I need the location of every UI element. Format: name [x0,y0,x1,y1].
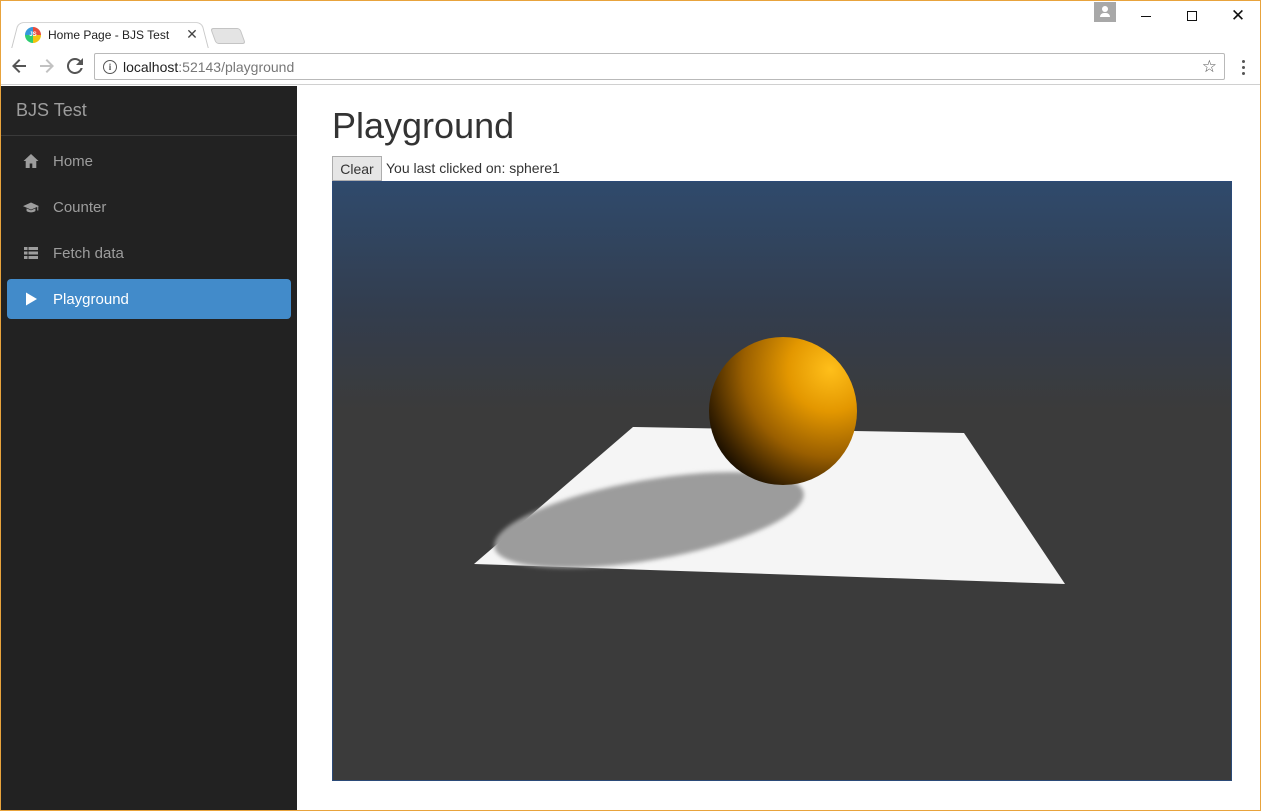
list-icon [23,245,39,261]
main-content: Playground Clear You last clicked on: sp… [297,86,1260,810]
maximize-button[interactable] [1169,1,1215,31]
graduation-cap-icon [23,199,39,215]
url-host: localhost [123,58,179,75]
sidebar-nav: Home Counter Fetch data Playground [1,136,297,330]
reload-icon [67,58,83,74]
play-icon [23,291,39,307]
maximize-icon [1187,11,1197,21]
forward-arrow-icon [40,59,54,73]
clear-button[interactable]: Clear [332,156,382,181]
scene-svg [474,337,1065,584]
minimize-icon [1141,15,1151,17]
brand-title[interactable]: BJS Test [1,86,297,136]
sidebar-item-label: Fetch data [53,244,124,262]
home-icon [23,153,39,169]
browser-menu-icon[interactable] [1233,57,1253,77]
tab-content[interactable]: JS Home Page - BJS Test ✕ [23,20,203,49]
close-tab-icon[interactable]: ✕ [185,26,199,43]
title-bar: JS Home Page - BJS Test ✕ ✕ [1,1,1260,49]
close-window-button[interactable]: ✕ [1215,1,1260,31]
minimize-button[interactable] [1123,1,1169,31]
forward-button[interactable] [35,54,59,78]
sidebar-item-counter[interactable]: Counter [7,187,291,227]
bookmark-star-icon[interactable]: ☆ [1202,57,1217,77]
profile-icon[interactable] [1094,2,1116,22]
address-bar[interactable]: i localhost:52143/playground ☆ [94,53,1225,80]
sidebar-item-label: Counter [53,198,107,216]
sidebar-item-label: Home [53,152,94,170]
url-text[interactable]: localhost:52143/playground [123,59,1202,75]
new-tab-button[interactable] [210,28,246,44]
sidebar-item-home[interactable]: Home [7,141,291,181]
info-icon[interactable]: i [103,59,117,74]
back-arrow-icon [12,59,26,73]
back-button[interactable] [7,54,31,78]
sidebar-item-fetch-data[interactable]: Fetch data [7,233,291,273]
reload-button[interactable] [63,54,87,78]
url-path: :52143/playground [178,58,295,75]
tab-title: Home Page - BJS Test [48,27,170,42]
favicon-icon: JS [25,26,41,43]
browser-window: JS Home Page - BJS Test ✕ ✕ i localhost:… [0,0,1261,811]
sidebar-item-label: Playground [53,290,129,308]
render-canvas[interactable] [332,181,1232,781]
page-title: Playground [332,105,515,146]
favicon-text: JS [29,31,37,38]
sidebar-item-playground[interactable]: Playground [7,279,291,319]
browser-toolbar: i localhost:52143/playground ☆ [1,48,1260,85]
sidebar: BJS Test Home Counter Fetch data Playgro… [1,86,297,810]
last-clicked-status: You last clicked on: sphere1 [386,160,560,176]
sphere[interactable] [709,337,857,485]
